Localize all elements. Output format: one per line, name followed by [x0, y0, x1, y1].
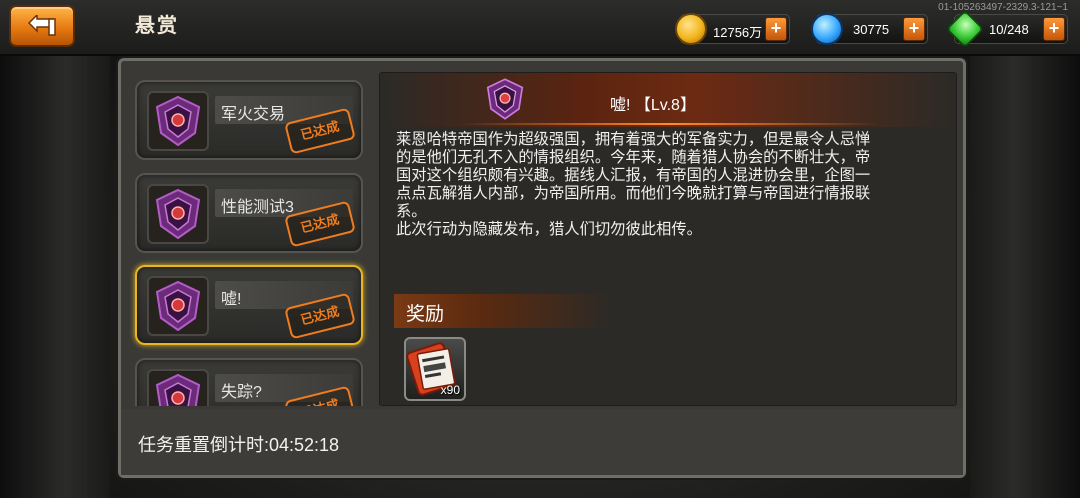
- diamond-resource: 30775 +: [811, 13, 928, 45]
- build-id: 01-105263497-2329.3-121~1: [938, 2, 1068, 13]
- diamond-value: 30775: [853, 22, 890, 37]
- rank-badge-icon: [147, 276, 209, 336]
- add-energy-button[interactable]: +: [1043, 17, 1065, 41]
- energy-resource: 10/248 +: [945, 9, 1068, 49]
- green-crystal-icon: [945, 9, 985, 49]
- quest-title: 嘘! 【Lv.8】: [610, 97, 696, 114]
- quest-item[interactable]: 失踪? 已达成: [135, 358, 363, 406]
- quest-name: 嘘!: [221, 291, 242, 308]
- quest-name: 失踪?: [221, 384, 262, 401]
- quest-item[interactable]: 军火交易 已达成: [135, 80, 363, 160]
- rank-badge-icon: [147, 184, 209, 244]
- add-diamond-button[interactable]: +: [903, 17, 925, 41]
- quest-description: 莱恩哈特帝国作为超级强国，拥有着强大的军备实力，但是最令人忌惮 的是他们无孔不入…: [396, 131, 944, 239]
- description-line: 系。: [396, 203, 427, 220]
- top-bar: 悬赏 01-105263497-2329.3-121~1 12756万 + 30…: [0, 0, 1080, 56]
- quest-name: 军火交易: [221, 106, 286, 123]
- gold-value: 12756万: [713, 25, 763, 40]
- rank-badge-icon: [486, 78, 524, 120]
- panel-footer: 任务重置倒计时:04:52:18: [121, 409, 963, 475]
- energy-value: 10/248: [989, 22, 1029, 37]
- gold-coin-icon: [675, 13, 707, 45]
- reset-countdown: 任务重置倒计时:04:52:18: [138, 435, 340, 455]
- background-pillar-right: [970, 56, 1080, 498]
- page-title: 悬赏: [135, 15, 179, 37]
- quest-list[interactable]: 军火交易 已达成 性能测试3 已达成 嘘! 已达成 失踪?: [130, 72, 370, 406]
- back-button[interactable]: [9, 5, 75, 47]
- quest-item[interactable]: 性能测试3 已达成: [135, 173, 363, 253]
- quest-name: 性能测试3: [221, 199, 294, 216]
- background-pillar-left: [0, 56, 110, 498]
- blue-diamond-icon: [811, 13, 843, 45]
- reward-quantity: x90: [440, 383, 460, 397]
- quest-detail: 嘘! 【Lv.8】 莱恩哈特帝国作为超级强国，拥有着强大的军备实力，但是最令人忌…: [379, 72, 957, 406]
- reward-item[interactable]: x90: [404, 337, 466, 401]
- description-line: 此次行动为隐藏发布，猎人们切勿彼此相传。: [396, 221, 702, 238]
- reward-label: 奖励: [406, 304, 445, 325]
- rank-badge-icon: [147, 369, 209, 406]
- bounty-panel: 军火交易 已达成 性能测试3 已达成 嘘! 已达成 失踪? 嘘! 【Lv.8】 …: [118, 58, 966, 478]
- reward-header: 奖励: [394, 294, 614, 328]
- description-line: 国对这个组织颇有兴趣。据线人汇报，有帝国的人混进协会里，企图一: [396, 167, 871, 184]
- gold-resource: 12756万 +: [675, 13, 790, 45]
- quest-item-selected[interactable]: 嘘! 已达成: [135, 265, 363, 345]
- header-divider: [460, 123, 880, 125]
- rank-badge-icon: [147, 91, 209, 151]
- add-gold-button[interactable]: +: [765, 17, 787, 41]
- back-arrow-icon: [27, 15, 56, 36]
- description-line: 莱恩哈特帝国作为超级强国，拥有着强大的军备实力，但是最令人忌惮: [396, 131, 871, 148]
- description-line: 点点瓦解猎人内部，为帝国所用。而他们今晚就打算与帝国进行情报联: [396, 185, 871, 202]
- description-line: 的是他们无孔不入的情报组织。今年来，随着猎人协会的不断壮大，帝: [396, 149, 871, 166]
